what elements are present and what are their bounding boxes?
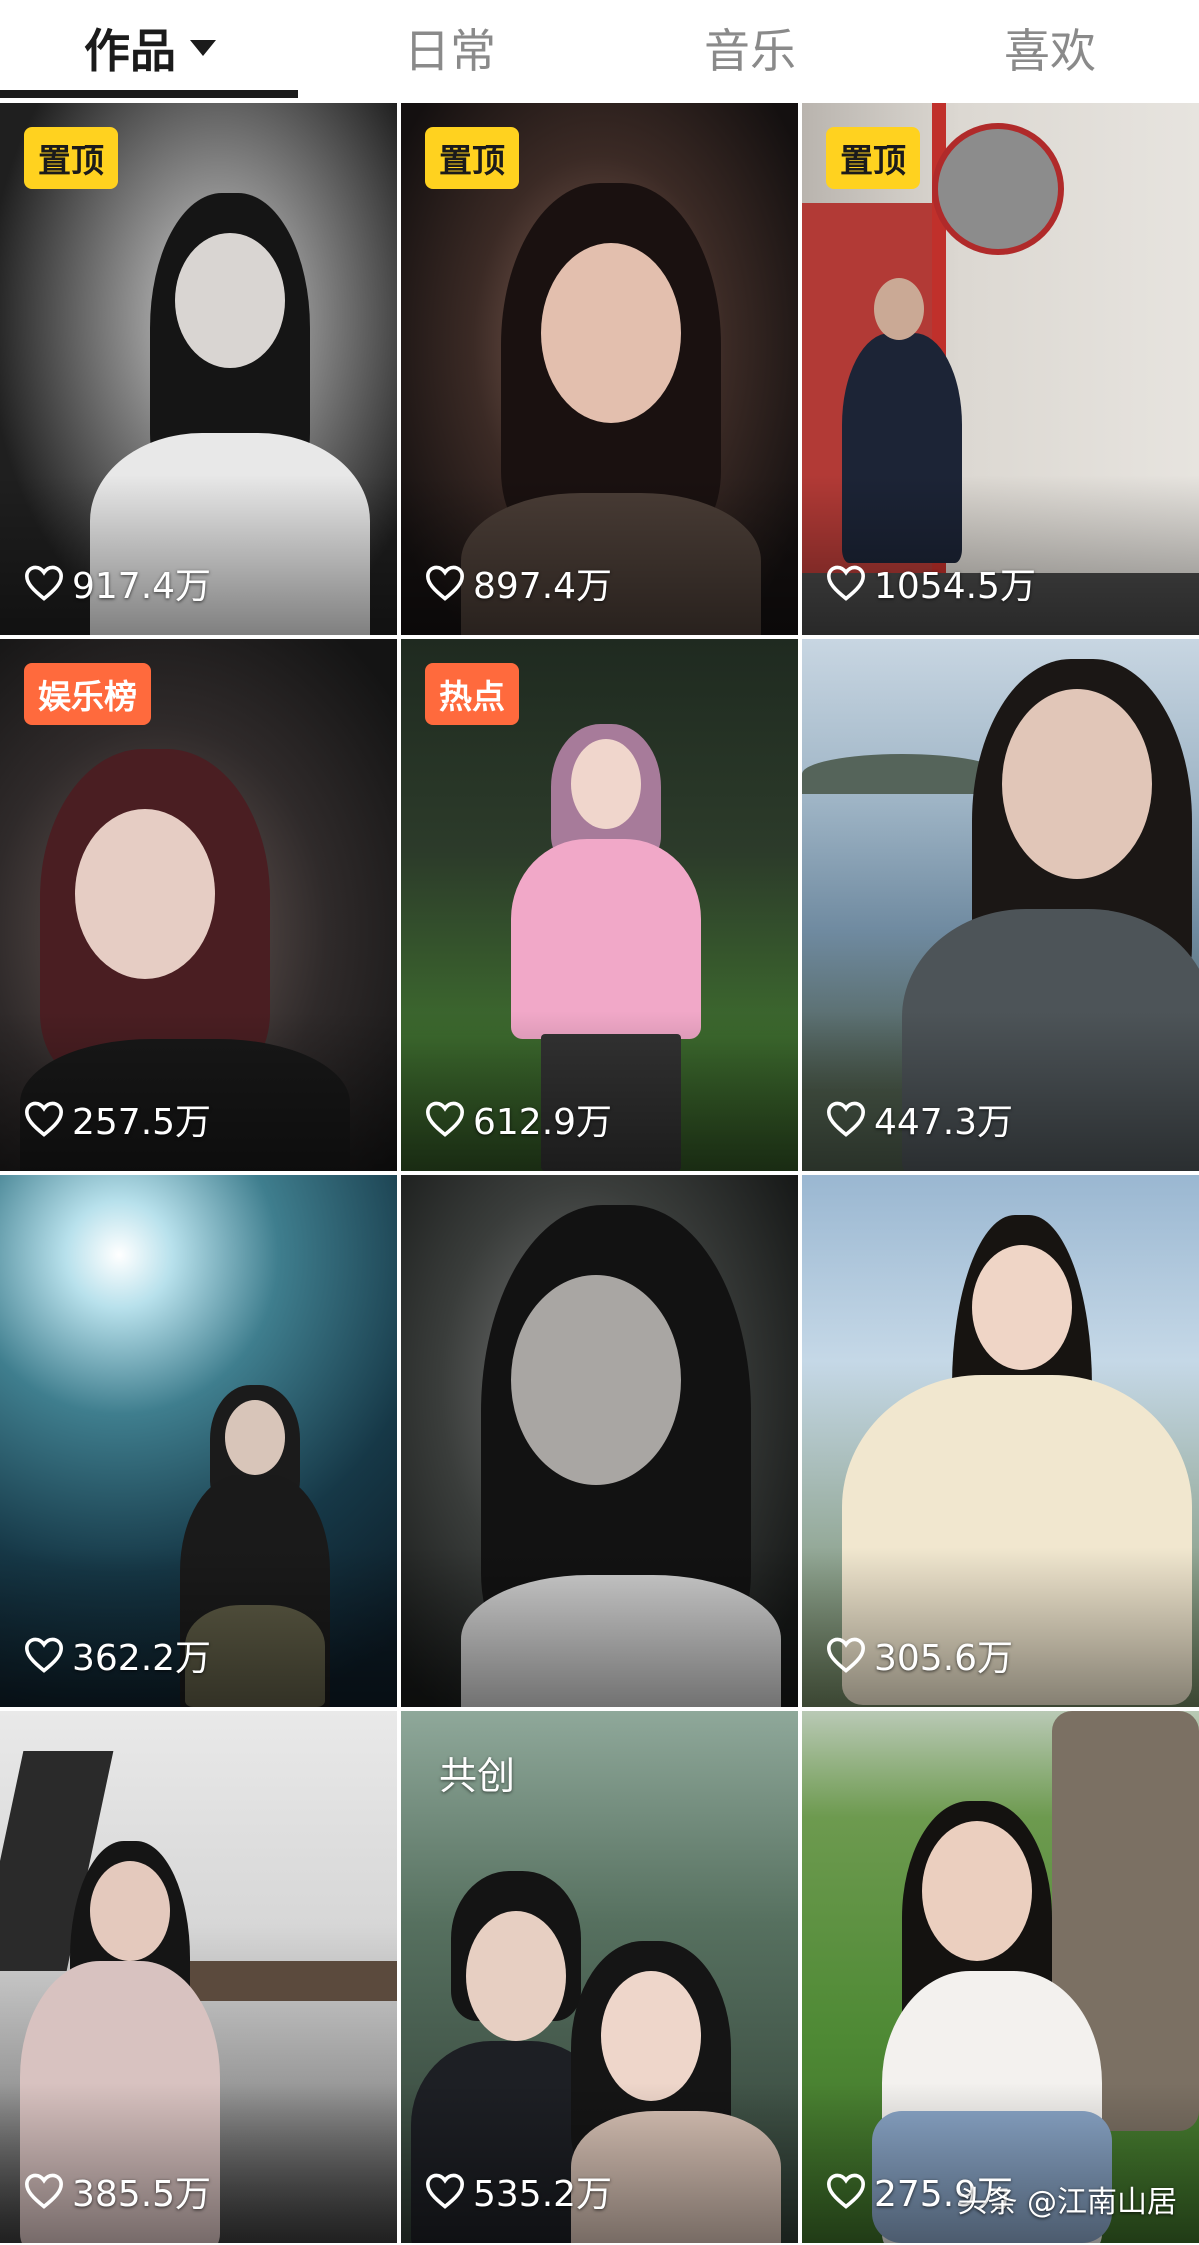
video-thumbnail[interactable]: 置顶 1054.5万 [802, 103, 1199, 635]
heart-outline-icon [25, 1101, 63, 1137]
video-thumbnail[interactable]: 275.9万 头条 @江南山居 [802, 1711, 1199, 2243]
pinned-badge: 置顶 [425, 127, 519, 189]
heart-outline-icon [827, 565, 865, 601]
heart-outline-icon [426, 1101, 464, 1137]
pinned-badge: 置顶 [826, 127, 920, 189]
heart-outline-icon [827, 1637, 865, 1673]
tab-music-label: 音乐 [704, 23, 796, 78]
like-count-value: 897.4万 [473, 566, 613, 607]
like-count-value: 917.4万 [72, 566, 212, 607]
thumbnail-shade [0, 475, 397, 635]
co-creation-label: 共创 [439, 1753, 516, 1798]
like-count: 257.5万 [24, 1093, 211, 1145]
like-count: 897.4万 [425, 557, 612, 609]
ranking-badge: 娱乐榜 [24, 663, 151, 725]
thumbnail-shade [0, 1011, 397, 1171]
caret-down-icon[interactable] [190, 39, 216, 56]
like-count: 385.5万 [24, 2165, 211, 2217]
like-count-value: 257.5万 [72, 1102, 212, 1143]
video-thumbnail[interactable]: 362.2万 [0, 1175, 397, 1707]
pinned-badge: 置顶 [24, 127, 118, 189]
like-count: 305.6万 [826, 1629, 1013, 1681]
video-thumbnail[interactable]: 娱乐榜 257.5万 [0, 639, 397, 1171]
thumbnail-shade [401, 1011, 798, 1171]
tab-works-label: 作品 [84, 23, 176, 78]
heart-outline-icon [25, 2173, 63, 2209]
heart-outline-icon [827, 2173, 865, 2209]
thumbnail-shade [401, 1547, 798, 1707]
tab-likes[interactable]: 喜欢 [900, 0, 1199, 95]
like-count: 917.4万 [24, 557, 211, 609]
video-thumbnail[interactable]: 305.6万 [802, 1175, 1199, 1707]
thumbnail-shade [401, 475, 798, 635]
like-count: 612.9万 [425, 1093, 612, 1145]
like-count: 1054.5万 [826, 557, 1036, 609]
trending-badge: 热点 [425, 663, 519, 725]
heart-outline-icon [827, 1101, 865, 1137]
like-count-value: 535.2万 [473, 2174, 613, 2215]
video-thumbnail[interactable]: 385.5万 [0, 1711, 397, 2243]
like-count: 447.3万 [826, 1093, 1013, 1145]
video-thumbnail[interactable]: 置顶 897.4万 [401, 103, 798, 635]
tab-music[interactable]: 音乐 [600, 0, 900, 95]
like-count-value: 385.5万 [72, 2174, 212, 2215]
video-thumbnail[interactable]: 热点 612.9万 [401, 639, 798, 1171]
heart-outline-icon [25, 565, 63, 601]
video-thumbnail[interactable]: 447.3万 [802, 639, 1199, 1171]
thumbnail-shade [401, 2083, 798, 2243]
thumbnail-shade [0, 1547, 397, 1707]
like-count: 535.2万 [425, 2165, 612, 2217]
tab-likes-label: 喜欢 [1004, 23, 1096, 78]
video-grid: 置顶 917.4万 置顶 897.4万 置顶 1054.5万 娱乐榜 257.5… [0, 103, 1199, 2245]
thumbnail-shade [802, 1011, 1199, 1171]
heart-outline-icon [25, 1637, 63, 1673]
video-thumbnail[interactable]: 置顶 917.4万 [0, 103, 397, 635]
video-thumbnail[interactable]: 共创 535.2万 [401, 1711, 798, 2243]
source-watermark: 头条 @江南山居 [957, 2185, 1177, 2220]
like-count-value: 1054.5万 [874, 566, 1036, 607]
active-tab-indicator [0, 90, 298, 98]
heart-outline-icon [426, 565, 464, 601]
like-count-value: 362.2万 [72, 1638, 212, 1679]
like-count: 362.2万 [24, 1629, 211, 1681]
tab-works[interactable]: 作品 [0, 0, 300, 95]
thumbnail-shade [802, 1547, 1199, 1707]
thumbnail-shade [0, 2083, 397, 2243]
tab-daily-label: 日常 [404, 23, 496, 78]
like-count-value: 447.3万 [874, 1102, 1014, 1143]
like-count-value: 305.6万 [874, 1638, 1014, 1679]
thumbnail-shade [802, 475, 1199, 635]
like-count-value: 612.9万 [473, 1102, 613, 1143]
tab-daily[interactable]: 日常 [300, 0, 600, 95]
heart-outline-icon [426, 2173, 464, 2209]
profile-tab-bar: 作品 日常 音乐 喜欢 [0, 0, 1199, 100]
video-thumbnail[interactable] [401, 1175, 798, 1707]
